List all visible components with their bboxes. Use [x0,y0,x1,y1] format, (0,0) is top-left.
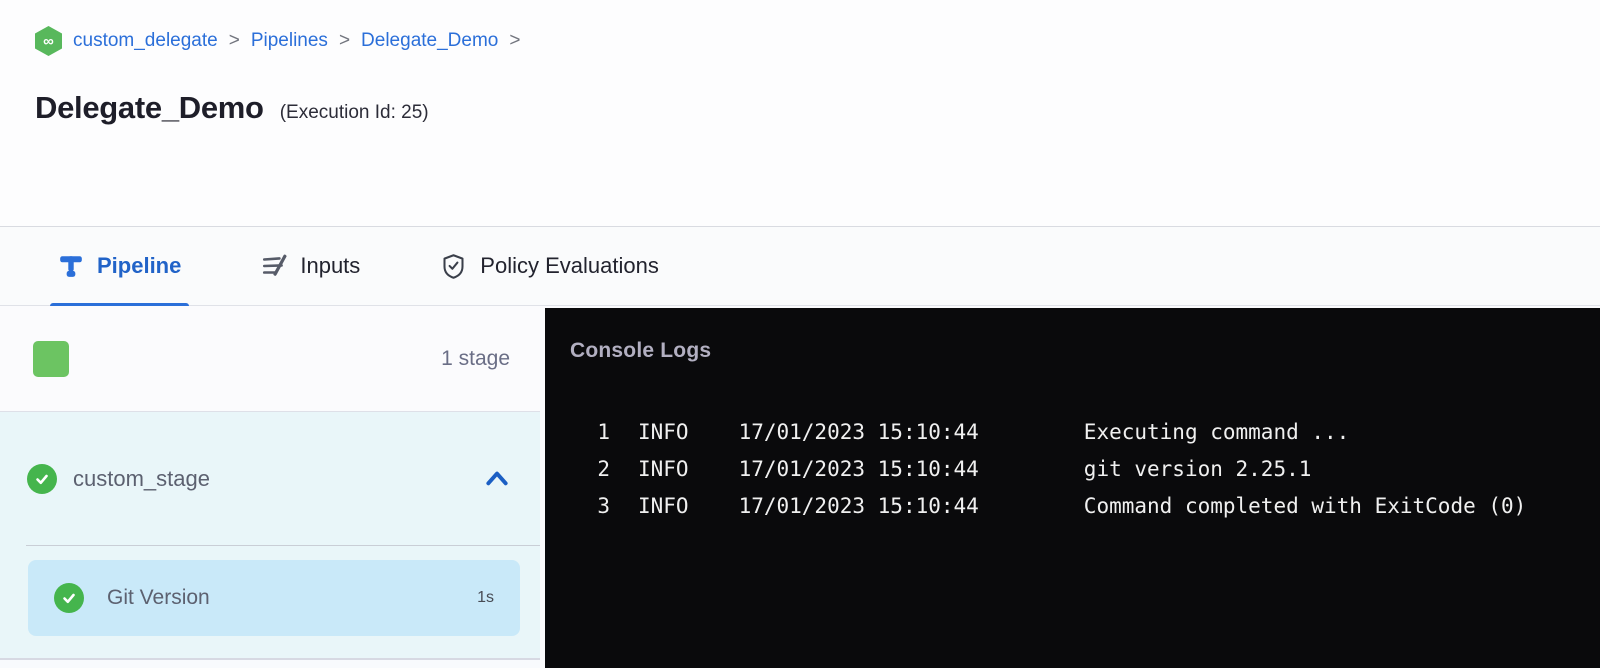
step-row-git-version[interactable]: Git Version 1s [28,560,520,636]
breadcrumb-separator: > [229,30,240,52]
log-message: git version 2.25.1 [1084,457,1312,481]
stage-section: custom_stage Git Version 1s [0,412,540,658]
log-message: Command completed with ExitCode (0) [1084,494,1527,518]
pipeline-icon [58,253,84,279]
execution-tabbar: Pipeline Inputs Policy Evaluations [0,227,1600,306]
log-timestamp: 17/01/2023 15:10:44 [739,457,979,481]
breadcrumb-link-pipeline-name[interactable]: Delegate_Demo [361,30,498,52]
chevron-up-icon[interactable] [484,468,510,490]
stages-panel: 1 stage custom_stage [0,306,540,668]
success-check-icon [27,464,57,494]
breadcrumb-separator: > [339,30,350,52]
page-header: ∞ custom_delegate > Pipelines > Delegate… [0,0,1600,227]
log-line-number: 2 [570,457,610,481]
tab-pipeline[interactable]: Pipeline [50,227,189,305]
stage-name-label: custom_stage [73,466,210,492]
breadcrumb: ∞ custom_delegate > Pipelines > Delegate… [35,26,1600,56]
breadcrumb-separator: > [509,30,520,52]
stage-count-label: 1 stage [441,347,510,371]
tab-policy-evaluations-label: Policy Evaluations [480,253,659,279]
execution-id-label: (Execution Id: 25) [280,102,429,124]
tab-pipeline-label: Pipeline [97,253,181,279]
console-log-lines: 1 INFO 17/01/2023 15:10:44 Executing com… [570,413,1600,524]
tab-inputs-label: Inputs [300,253,360,279]
page-title: Delegate_Demo [35,90,264,126]
tab-inputs[interactable]: Inputs [253,227,368,305]
log-line-number: 1 [570,420,610,444]
stage-row-custom-stage[interactable]: custom_stage [0,412,540,545]
harness-project-logo-icon: ∞ [35,26,62,56]
stage-divider [26,545,540,546]
execution-content: 1 stage custom_stage [0,306,1600,668]
console-logs-panel: Console Logs 1 INFO 17/01/2023 15:10:44 … [545,308,1600,668]
log-level: INFO [638,457,689,481]
breadcrumb-link-pipelines[interactable]: Pipelines [251,30,328,52]
log-timestamp: 17/01/2023 15:10:44 [739,420,979,444]
stages-panel-footer [0,658,540,668]
step-name-label: Git Version [107,586,210,610]
stage-status-square-icon [33,341,69,377]
inputs-icon [261,253,287,279]
success-check-icon [54,583,84,613]
stages-panel-header: 1 stage [0,306,540,412]
step-duration-label: 1s [477,589,494,607]
log-line: 3 INFO 17/01/2023 15:10:44 Command compl… [570,487,1600,524]
breadcrumb-link-project[interactable]: custom_delegate [73,30,218,52]
tab-policy-evaluations[interactable]: Policy Evaluations [432,227,667,305]
log-level: INFO [638,420,689,444]
log-timestamp: 17/01/2023 15:10:44 [739,494,979,518]
log-line: 2 INFO 17/01/2023 15:10:44 git version 2… [570,450,1600,487]
active-tab-underline [50,303,189,306]
log-level: INFO [638,494,689,518]
log-line: 1 INFO 17/01/2023 15:10:44 Executing com… [570,413,1600,450]
log-message: Executing command ... [1084,420,1350,444]
policy-shield-icon [440,253,467,280]
log-line-number: 3 [570,494,610,518]
console-logs-title: Console Logs [570,339,1600,363]
